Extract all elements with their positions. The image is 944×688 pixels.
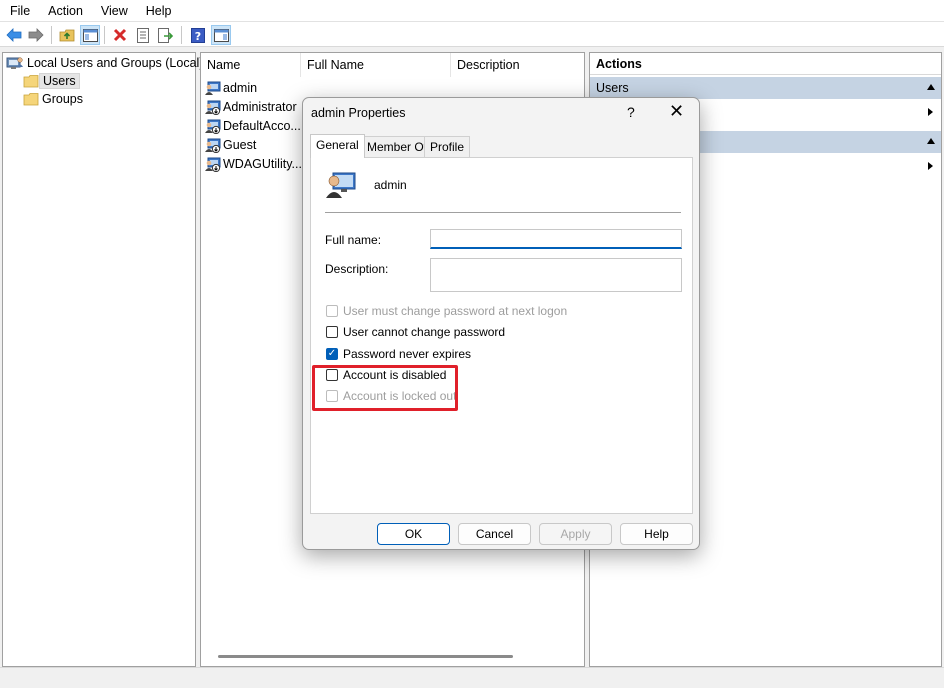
user-avatar-icon — [325, 168, 357, 200]
ok-button[interactable]: OK — [377, 523, 450, 545]
dialog-title: admin Properties — [311, 106, 406, 120]
user-name: admin — [374, 178, 407, 192]
properties-icon[interactable] — [133, 25, 153, 45]
description-label: Description: — [325, 262, 389, 276]
tree-item-groups[interactable]: Groups — [23, 90, 86, 108]
actions-title: Actions — [590, 53, 941, 75]
disabled-user-icon — [205, 137, 221, 153]
collapse-arrow-icon[interactable] — [927, 138, 935, 144]
actions-section-users[interactable]: Users — [590, 77, 941, 99]
toolbar-separator — [104, 26, 105, 44]
horizontal-scrollbar[interactable] — [218, 655, 513, 658]
checkbox-label: User cannot change password — [343, 325, 506, 339]
export-icon[interactable] — [156, 25, 176, 45]
column-header-description[interactable]: Description — [451, 53, 584, 77]
checkbox-must-change-password[interactable]: User must change password at next logon — [326, 303, 567, 319]
description-field[interactable] — [430, 258, 682, 292]
dialog-help-button[interactable]: ? — [627, 104, 635, 120]
console-tree-icon[interactable] — [80, 25, 100, 45]
computer-users-icon — [6, 55, 24, 71]
checkbox-cannot-change-password[interactable]: User cannot change password — [326, 324, 505, 340]
disabled-user-icon — [205, 118, 221, 134]
checkmark-icon[interactable]: ✓ — [326, 348, 338, 360]
tab-member-of[interactable]: Member Of — [361, 136, 434, 157]
folder-icon — [23, 92, 39, 106]
toolbar: ? — [0, 21, 944, 47]
cancel-button[interactable]: Cancel — [458, 523, 531, 545]
list-item-label: Guest — [223, 137, 257, 152]
properties-dialog: admin Properties ? ✕ General Member Of P… — [302, 97, 700, 550]
help-icon[interactable]: ? — [188, 25, 208, 45]
list-item-admin[interactable]: admin — [205, 78, 257, 97]
action-pane-icon[interactable] — [211, 25, 231, 45]
status-bar — [0, 667, 944, 688]
full-name-label: Full name: — [325, 233, 382, 247]
up-folder-icon[interactable] — [57, 25, 77, 45]
checkbox-label: User must change password at next logon — [343, 304, 568, 318]
more-actions-arrow-icon — [928, 108, 933, 116]
toolbar-separator — [51, 26, 52, 44]
actions-section-label: Users — [596, 81, 629, 95]
list-item-label: DefaultAcco... — [223, 118, 301, 133]
more-actions-arrow-icon — [928, 162, 933, 170]
delete-icon[interactable] — [110, 25, 130, 45]
svg-text:?: ? — [195, 30, 201, 43]
tree-root-label: Local Users and Groups (Local) — [27, 56, 204, 70]
column-header-full-name[interactable]: Full Name — [301, 53, 451, 77]
forward-arrow-icon[interactable] — [26, 25, 46, 45]
disabled-user-icon — [205, 156, 221, 172]
full-name-field[interactable] — [430, 229, 682, 249]
tab-profile[interactable]: Profile — [424, 136, 471, 157]
dialog-close-button[interactable]: ✕ — [669, 102, 684, 120]
header-divider — [325, 212, 681, 213]
tree-item-users[interactable]: Users — [23, 72, 80, 90]
tree-item-label: Groups — [42, 92, 83, 106]
general-tab-page: admin Full name: Description: User must … — [310, 157, 693, 514]
list-item-guest[interactable]: Guest — [205, 135, 256, 154]
checkbox-password-never-expires[interactable]: ✓ Password never expires — [326, 346, 471, 362]
column-header-name[interactable]: Name — [201, 53, 301, 77]
menu-help[interactable]: Help — [136, 1, 180, 21]
menu-bar: File Action View Help — [0, 0, 944, 21]
list-item-label: Administrator — [223, 99, 297, 114]
apply-button[interactable]: Apply — [539, 523, 612, 545]
folder-icon — [23, 74, 39, 88]
menu-view[interactable]: View — [91, 1, 136, 21]
checkbox-box[interactable] — [326, 326, 338, 338]
console-tree-pane[interactable]: Local Users and Groups (Local) Users Gro… — [2, 52, 203, 667]
collapse-arrow-icon[interactable] — [927, 84, 935, 90]
user-icon — [205, 80, 221, 96]
tree-root[interactable]: Local Users and Groups (Local) — [6, 54, 206, 72]
list-item-wdagutility[interactable]: WDAGUtility... — [205, 154, 302, 173]
help-button[interactable]: Help — [620, 523, 693, 545]
list-item-label: WDAGUtility... — [223, 156, 302, 171]
menu-action[interactable]: Action — [38, 1, 91, 21]
list-item-administrator[interactable]: Administrator — [205, 97, 297, 116]
tree-item-label: Users — [39, 73, 80, 89]
checkbox-box[interactable] — [326, 305, 338, 317]
disabled-user-icon — [205, 99, 221, 115]
toolbar-separator — [181, 26, 182, 44]
list-item-defaultaccount[interactable]: DefaultAcco... — [205, 116, 301, 135]
checkbox-label: Password never expires — [343, 347, 472, 361]
menu-file[interactable]: File — [0, 1, 38, 21]
back-arrow-icon[interactable] — [4, 25, 24, 45]
highlight-annotation — [312, 365, 458, 411]
list-item-label: admin — [223, 80, 258, 95]
tab-general[interactable]: General — [310, 134, 365, 158]
